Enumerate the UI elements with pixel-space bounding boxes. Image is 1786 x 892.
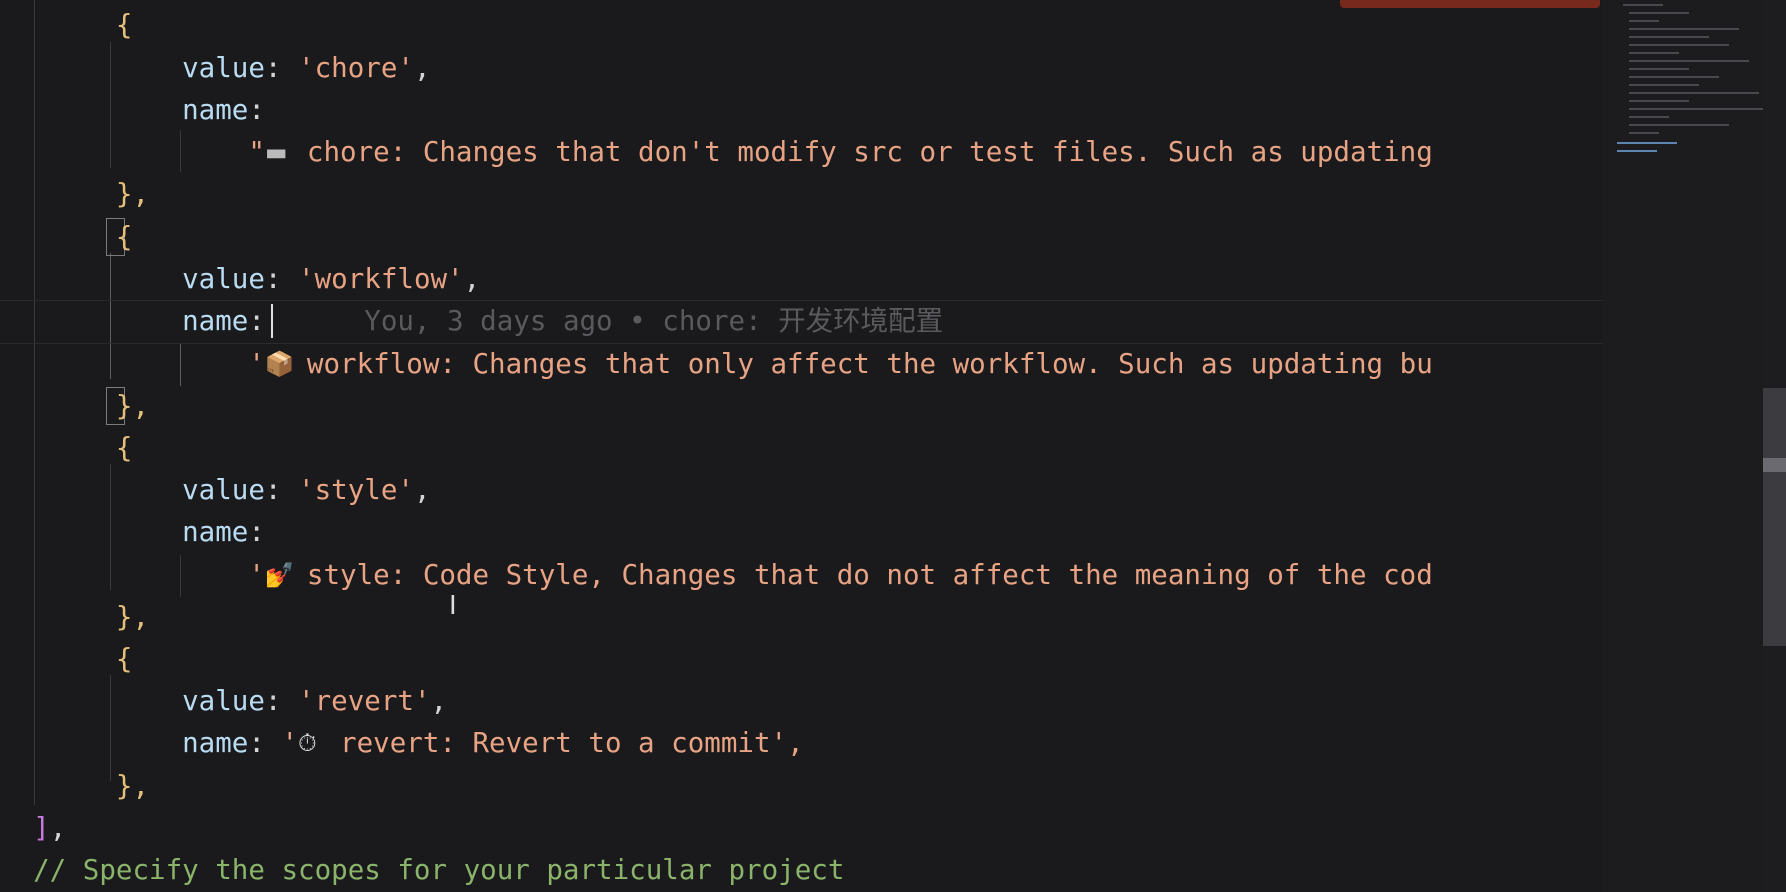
property-key: name [182,94,249,126]
code-comment: // Specify the scopes for your particula… [33,854,845,886]
close-bracket: ] [33,812,50,844]
close-brace: }, [115,770,150,802]
open-brace: { [115,9,133,41]
nail-polish-emoji-icon: 💅 [264,561,295,589]
property-key: value [182,263,265,295]
open-brace: { [115,643,133,675]
string-value: style: Code Style, Changes that do not a… [306,559,1433,591]
property-key: value [182,52,265,84]
scrollbar-marker [1763,458,1786,472]
close-brace: }, [115,390,150,422]
string-value: 'workflow' [298,263,464,295]
red-annotation-mark [1340,0,1600,8]
code-line[interactable]: name: [0,89,265,131]
property-key: name [182,516,249,548]
property-key: name [182,727,249,759]
code-line[interactable]: }, [0,596,149,638]
code-line[interactable]: }, [0,385,149,427]
code-line[interactable]: value: 'style', [0,469,430,511]
code-line[interactable]: { [0,4,133,46]
code-line[interactable]: { [0,638,133,680]
code-line[interactable]: }, [0,765,149,807]
text-ibeam-cursor-icon: I [449,591,457,621]
string-value: workflow: Changes that only affect the w… [306,348,1433,380]
code-editor[interactable]: { value: 'chore', name: "▬ chore: Changes… [0,0,1603,892]
code-line[interactable]: value: 'chore', [0,47,430,89]
close-brace: }, [115,601,150,633]
vertical-scrollbar[interactable] [1763,0,1786,892]
cigarette-emoji-icon: ▬ [264,138,288,166]
string-value: 'revert' [298,685,431,717]
string-value: chore: Changes that don't modify src or … [306,136,1433,168]
string-value: revert: Revert to a commit', [340,727,804,759]
property-key: value [182,685,265,717]
code-line[interactable]: { [0,427,133,469]
code-line[interactable]: '📦 workflow: Changes that only affect the… [0,343,1433,385]
string-value: 'chore' [298,52,414,84]
minimap[interactable] [1603,0,1769,892]
package-emoji-icon: 📦 [264,350,295,378]
stopwatch-emoji-icon: ⏱ [298,729,317,757]
code-line[interactable]: name: [0,511,265,553]
code-line[interactable]: name: '⏱ revert: Revert to a commit', [0,722,804,764]
code-line[interactable]: value: 'revert', [0,680,447,722]
code-line-current[interactable]: name: You, 3 days ago • chore: 开发环境配置 [0,300,943,342]
property-key: name [182,305,249,337]
string-value: 'style' [298,474,414,506]
git-blame-annotation: You, 3 days ago • chore: 开发环境配置 [364,305,944,337]
open-brace: { [115,221,133,253]
code-line[interactable]: '💅 style: Code Style, Changes that do not… [0,554,1433,596]
property-key: value [182,474,265,506]
code-line[interactable]: }, [0,173,149,215]
code-line[interactable]: value: 'workflow', [0,258,480,300]
code-line[interactable]: { [0,216,133,258]
close-brace: }, [115,178,150,210]
open-brace: { [115,432,133,464]
scrollbar-thumb[interactable] [1763,388,1786,646]
code-line[interactable]: // Specify the scopes for your particula… [0,849,844,891]
code-line[interactable]: "▬ chore: Changes that don't modify src o… [0,131,1433,173]
text-cursor [271,304,273,338]
code-line[interactable]: ], [0,807,66,849]
